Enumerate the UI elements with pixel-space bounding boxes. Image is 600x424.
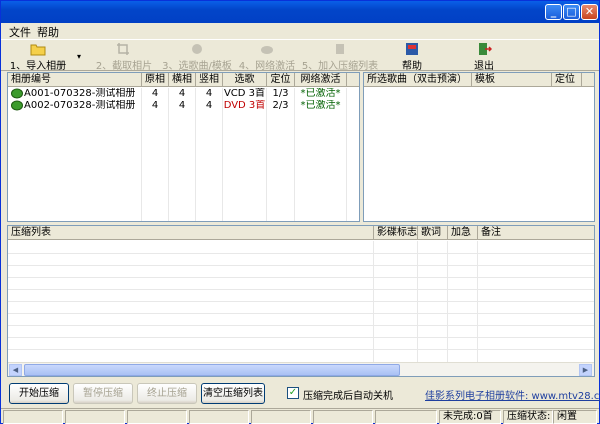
cell-album-id: A002-070328-测试相册	[24, 100, 136, 111]
status-incomplete: 未完成:0首	[439, 410, 501, 424]
cell-song: DVD 3首	[223, 100, 266, 111]
col-horizontal[interactable]: 横相	[169, 73, 196, 87]
import-dropdown-arrow[interactable]: ▾	[77, 52, 81, 61]
compress-list-table[interactable]: 压缩列表 影碟标志 歌词 加急 备注 ◀ ▶	[7, 225, 595, 377]
menu-file[interactable]: 文件	[9, 24, 31, 40]
cell-position: 2/3	[272, 100, 289, 111]
album-icon	[11, 100, 23, 111]
col-template[interactable]: 模板	[472, 73, 552, 87]
network-activate-button[interactable]: 4、网络激活	[237, 41, 297, 72]
select-song-template-button[interactable]: 3、选歌曲/模板	[161, 41, 233, 72]
help-book-icon	[406, 43, 418, 55]
title-bar: _ □ ✕	[1, 1, 599, 23]
maximize-button[interactable]: □	[563, 4, 580, 20]
cloud-icon	[261, 46, 273, 54]
pause-compress-button[interactable]: 暂停压缩	[73, 383, 133, 404]
toolbar: 1、导入相册 ▾ 2、截取相片 3、选歌曲/模板 4、网络激活 5、加入压缩列表…	[1, 39, 599, 72]
song-table[interactable]: 所选歌曲（双击预演） 模板 定位	[363, 72, 595, 222]
auto-shutdown-checkbox[interactable]: ✓	[287, 387, 299, 399]
horizontal-scrollbar[interactable]: ◀ ▶	[8, 362, 594, 376]
stop-compress-button[interactable]: 终止压缩	[137, 383, 197, 404]
crop-photo-button[interactable]: 2、截取相片	[93, 41, 155, 72]
album-table[interactable]: 相册编号 原相 横相 竖相 选歌 定位 网络激活 A001-070328-测试相…	[7, 72, 360, 222]
col-original[interactable]: 原相	[142, 73, 169, 87]
col-urgent[interactable]: 加急	[448, 226, 478, 240]
cell-vertical: 4	[205, 88, 213, 99]
cell-album-id: A001-070328-测试相册	[24, 88, 136, 99]
app-window: _ □ ✕ 文件 帮助 1、导入相册 ▾ 2、截取相片 3、选歌曲/模板 4、网…	[0, 0, 600, 424]
col-lyrics[interactable]: 歌词	[418, 226, 448, 240]
col-activation[interactable]: 网络激活	[295, 73, 347, 87]
cell-activation: *已激活*	[300, 100, 341, 111]
status-bar: 未完成:0首 压缩状态: 闲置	[1, 408, 599, 424]
menu-help[interactable]: 帮助	[37, 24, 59, 40]
exit-button[interactable]: 退出	[469, 41, 499, 72]
music-icon	[192, 44, 202, 54]
crop-icon	[117, 43, 129, 55]
cell-song: VCD 3首	[223, 88, 266, 99]
cell-original: 4	[151, 88, 159, 99]
status-state-value: 闲置	[553, 410, 597, 424]
add-list-icon	[336, 44, 344, 54]
help-button[interactable]: 帮助	[397, 41, 427, 72]
cell-horizontal: 4	[178, 88, 186, 99]
col-compress-list[interactable]: 压缩列表	[8, 226, 374, 240]
cell-horizontal: 4	[178, 100, 186, 111]
menu-bar: 文件 帮助	[1, 23, 599, 39]
col-selected-song[interactable]: 所选歌曲（双击预演）	[364, 73, 472, 87]
cell-activation: *已激活*	[300, 88, 341, 99]
auto-shutdown-label[interactable]: 压缩完成后自动关机	[303, 387, 393, 402]
scroll-right-icon[interactable]: ▶	[579, 364, 592, 376]
col-vertical[interactable]: 竖相	[196, 73, 223, 87]
cell-position: 1/3	[272, 88, 289, 99]
clear-compress-list-button[interactable]: 清空压缩列表	[201, 383, 265, 404]
col-album-id[interactable]: 相册编号	[8, 73, 142, 87]
cell-original: 4	[151, 100, 159, 111]
col-remarks[interactable]: 备注	[478, 226, 594, 240]
add-to-compress-list-button[interactable]: 5、加入压缩列表	[301, 41, 379, 72]
col-song[interactable]: 选歌	[223, 73, 267, 87]
scroll-thumb[interactable]	[24, 364, 400, 376]
folder-icon	[30, 44, 46, 56]
exit-door-icon	[479, 43, 492, 55]
start-compress-button[interactable]: 开始压缩	[9, 383, 69, 404]
album-icon	[11, 88, 23, 99]
col-disc-flag[interactable]: 影碟标志	[374, 226, 418, 240]
minimize-button[interactable]: _	[545, 4, 562, 20]
close-button[interactable]: ✕	[581, 4, 598, 20]
col-song-position[interactable]: 定位	[552, 73, 582, 87]
col-position[interactable]: 定位	[267, 73, 295, 87]
cell-vertical: 4	[205, 100, 213, 111]
status-state-label: 压缩状态:	[503, 410, 553, 424]
website-link[interactable]: 佳影系列电子相册软件: www.mtv28.com	[425, 387, 600, 402]
scroll-left-icon[interactable]: ◀	[9, 364, 22, 376]
import-album-button[interactable]: 1、导入相册	[7, 41, 69, 72]
